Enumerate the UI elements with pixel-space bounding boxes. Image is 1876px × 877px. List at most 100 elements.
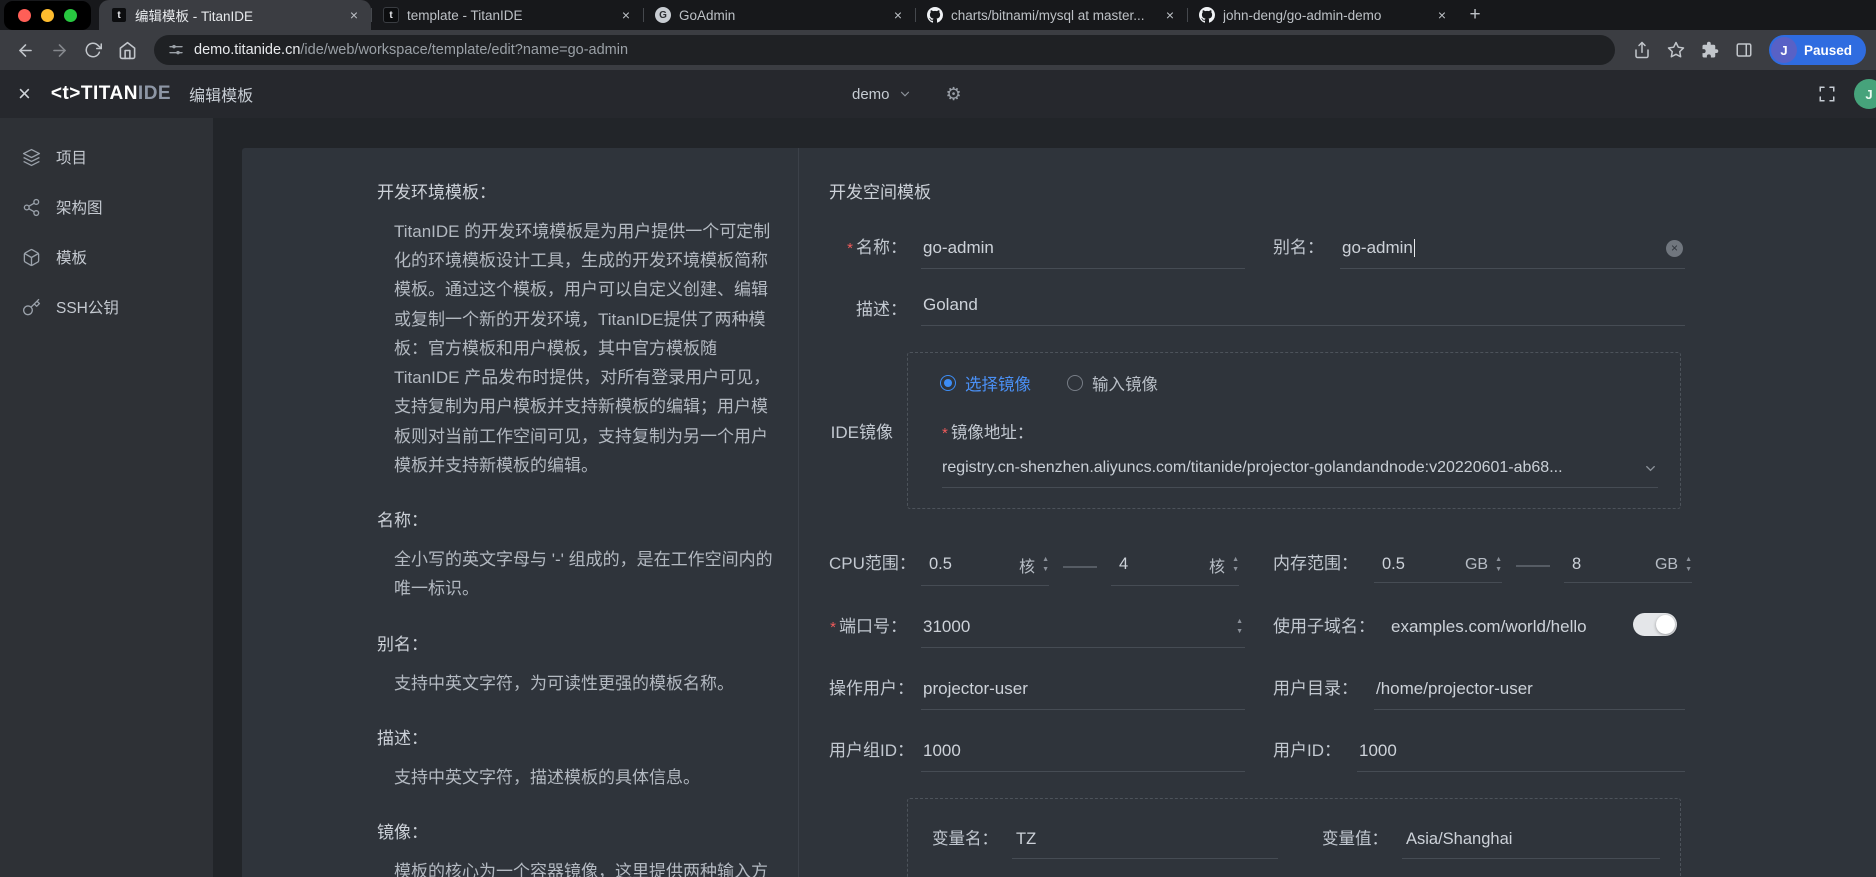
forward-button[interactable] — [44, 35, 74, 65]
stepper-icon[interactable]: ▲▼ — [1042, 557, 1049, 573]
description-input[interactable]: Goland — [921, 295, 1685, 326]
browser-tab-template[interactable]: t template - TitanIDE × — [371, 0, 643, 30]
name-label: *名称： — [829, 233, 907, 258]
operator-user-label: 操作用户： — [829, 674, 907, 699]
sidebar-item-label: 架构图 — [56, 196, 103, 218]
help-paragraph: TitanIDE 的开发环境模板是为用户提供一个可定制化的环境模板设计工具，生成… — [377, 217, 777, 480]
group-id-label: 用户组ID： — [829, 736, 907, 761]
memory-range-label: 内存范围： — [1273, 549, 1358, 574]
required-asterisk: * — [830, 619, 836, 636]
cpu-max-value: 4 — [1111, 555, 1209, 574]
new-tab-button[interactable]: + — [1459, 0, 1491, 30]
chevron-down-icon — [1643, 461, 1658, 476]
radio-label: 输入镜像 — [1092, 371, 1158, 395]
tab-close-icon[interactable]: × — [345, 6, 363, 24]
zoom-window-button[interactable] — [64, 9, 77, 22]
browser-tab-edit-template[interactable]: t 编辑模板 - TitanIDE × — [99, 0, 371, 30]
env-vars-box: 变量名： TZ 变量值： Asia/Shanghai 变量名： GOPROXY … — [907, 798, 1681, 877]
tab-title: charts/bitnami/mysql at master... — [951, 8, 1153, 23]
user-avatar[interactable]: J — [1854, 79, 1876, 109]
minimize-window-button[interactable] — [41, 9, 54, 22]
text-caret — [1414, 239, 1416, 257]
clear-input-icon[interactable]: × — [1666, 240, 1683, 257]
fullscreen-icon[interactable] — [1818, 85, 1836, 103]
share-icon[interactable] — [1627, 35, 1657, 65]
tab-close-icon[interactable]: × — [1433, 6, 1451, 24]
help-paragraph: 全小写的英文字母与 '-' 组成的，是在工作空间内的唯一标识。 — [377, 545, 777, 603]
reload-button[interactable] — [78, 35, 108, 65]
radio-select-image[interactable]: 选择镜像 — [940, 371, 1031, 395]
radio-input-image[interactable]: 输入镜像 — [1067, 371, 1158, 395]
user-id-input[interactable]: 1000 — [1357, 741, 1685, 772]
env-value-label: 变量值： — [1322, 825, 1388, 849]
name-input[interactable]: go-admin — [921, 238, 1245, 269]
sidebar-item-projects[interactable]: 项目 — [0, 132, 213, 182]
group-id-input[interactable]: 1000 — [921, 741, 1245, 772]
sidebar-item-templates[interactable]: 模板 — [0, 232, 213, 282]
form-title: 开发空间模板 — [829, 178, 1685, 203]
stepper-icon[interactable]: ▲▼ — [1685, 557, 1692, 573]
image-address-value: registry.cn-shenzhen.aliyuncs.com/titani… — [942, 459, 1643, 477]
group-id-value: 1000 — [923, 741, 961, 761]
stepper-icon[interactable]: ▲▼ — [1236, 619, 1243, 635]
workspace-switcher[interactable]: demo ⚙ — [852, 84, 962, 105]
settings-gear-icon[interactable]: ⚙ — [946, 84, 962, 105]
profile-paused-button[interactable]: J Paused — [1769, 35, 1866, 65]
back-button[interactable] — [10, 35, 40, 65]
page-title: 编辑模板 — [189, 82, 253, 106]
alias-label: 别名： — [1273, 233, 1324, 258]
cpu-unit: 核 — [1209, 553, 1225, 577]
titanide-logo: <t>TITANIDE — [51, 83, 171, 105]
memory-min-input[interactable]: 0.5 GB ▲▼ — [1374, 555, 1502, 583]
sidebar-item-architecture[interactable]: 架构图 — [0, 182, 213, 232]
subdomain-value: examples.com/world/hello — [1391, 617, 1587, 637]
env-name-input[interactable]: TZ — [1012, 830, 1278, 859]
toggle-knob — [1656, 615, 1675, 634]
tab-title: 编辑模板 - TitanIDE — [135, 5, 337, 25]
env-name-value: TZ — [1016, 830, 1036, 848]
image-address-select[interactable]: registry.cn-shenzhen.aliyuncs.com/titani… — [942, 459, 1658, 488]
box-icon — [22, 248, 41, 267]
memory-max-value: 8 — [1564, 555, 1655, 574]
help-heading: 开发环境模板： — [377, 178, 777, 203]
github-favicon — [1199, 7, 1215, 23]
cpu-max-input[interactable]: 4 核 ▲▼ — [1111, 553, 1239, 586]
browser-tab-goadmin[interactable]: G GoAdmin × — [643, 0, 915, 30]
memory-max-input[interactable]: 8 GB ▲▼ — [1564, 555, 1692, 583]
port-input[interactable]: 31000 ▲▼ — [921, 617, 1245, 648]
side-panel-icon[interactable] — [1729, 35, 1759, 65]
github-favicon — [927, 7, 943, 23]
url-bar[interactable]: demo.titanide.cn/ide/web/workspace/templ… — [154, 35, 1615, 65]
close-window-button[interactable] — [18, 9, 31, 22]
tab-close-icon[interactable]: × — [1161, 6, 1179, 24]
cpu-min-input[interactable]: 0.5 核 ▲▼ — [921, 553, 1049, 586]
tab-close-icon[interactable]: × — [889, 6, 907, 24]
stepper-icon[interactable]: ▲▼ — [1495, 557, 1502, 573]
operator-user-value: projector-user — [923, 679, 1028, 699]
sidebar: 项目 架构图 模板 SSH公钥 — [0, 118, 213, 877]
user-id-label: 用户ID： — [1273, 736, 1341, 761]
radio-label: 选择镜像 — [965, 371, 1031, 395]
sidebar-item-ssh-keys[interactable]: SSH公钥 — [0, 282, 213, 332]
extensions-puzzle-icon[interactable] — [1695, 35, 1725, 65]
stepper-icon[interactable]: ▲▼ — [1232, 557, 1239, 573]
radio-icon — [1067, 375, 1083, 391]
sync-paused-label: Paused — [1804, 43, 1852, 58]
site-settings-icon[interactable] — [168, 42, 184, 58]
home-button[interactable] — [112, 35, 142, 65]
operator-user-input[interactable]: projector-user — [921, 679, 1245, 710]
close-editor-icon[interactable]: × — [18, 83, 31, 105]
browser-tab-github-goadmin-demo[interactable]: john-deng/go-admin-demo × — [1187, 0, 1459, 30]
user-dir-input[interactable]: /home/projector-user — [1374, 679, 1685, 710]
browser-tab-github-mysql[interactable]: charts/bitnami/mysql at master... × — [915, 0, 1187, 30]
header-right-group: J — [1818, 79, 1876, 109]
bookmark-star-icon[interactable] — [1661, 35, 1691, 65]
logo-bracket: <t> — [51, 83, 81, 104]
user-dir-value: /home/projector-user — [1376, 679, 1533, 699]
titanide-favicon: t — [111, 7, 127, 23]
cpu-unit: 核 — [1019, 553, 1035, 577]
subdomain-toggle[interactable] — [1633, 613, 1677, 636]
tab-close-icon[interactable]: × — [617, 6, 635, 24]
alias-input[interactable]: go-admin × — [1340, 238, 1685, 269]
env-value-input[interactable]: Asia/Shanghai — [1402, 830, 1660, 859]
